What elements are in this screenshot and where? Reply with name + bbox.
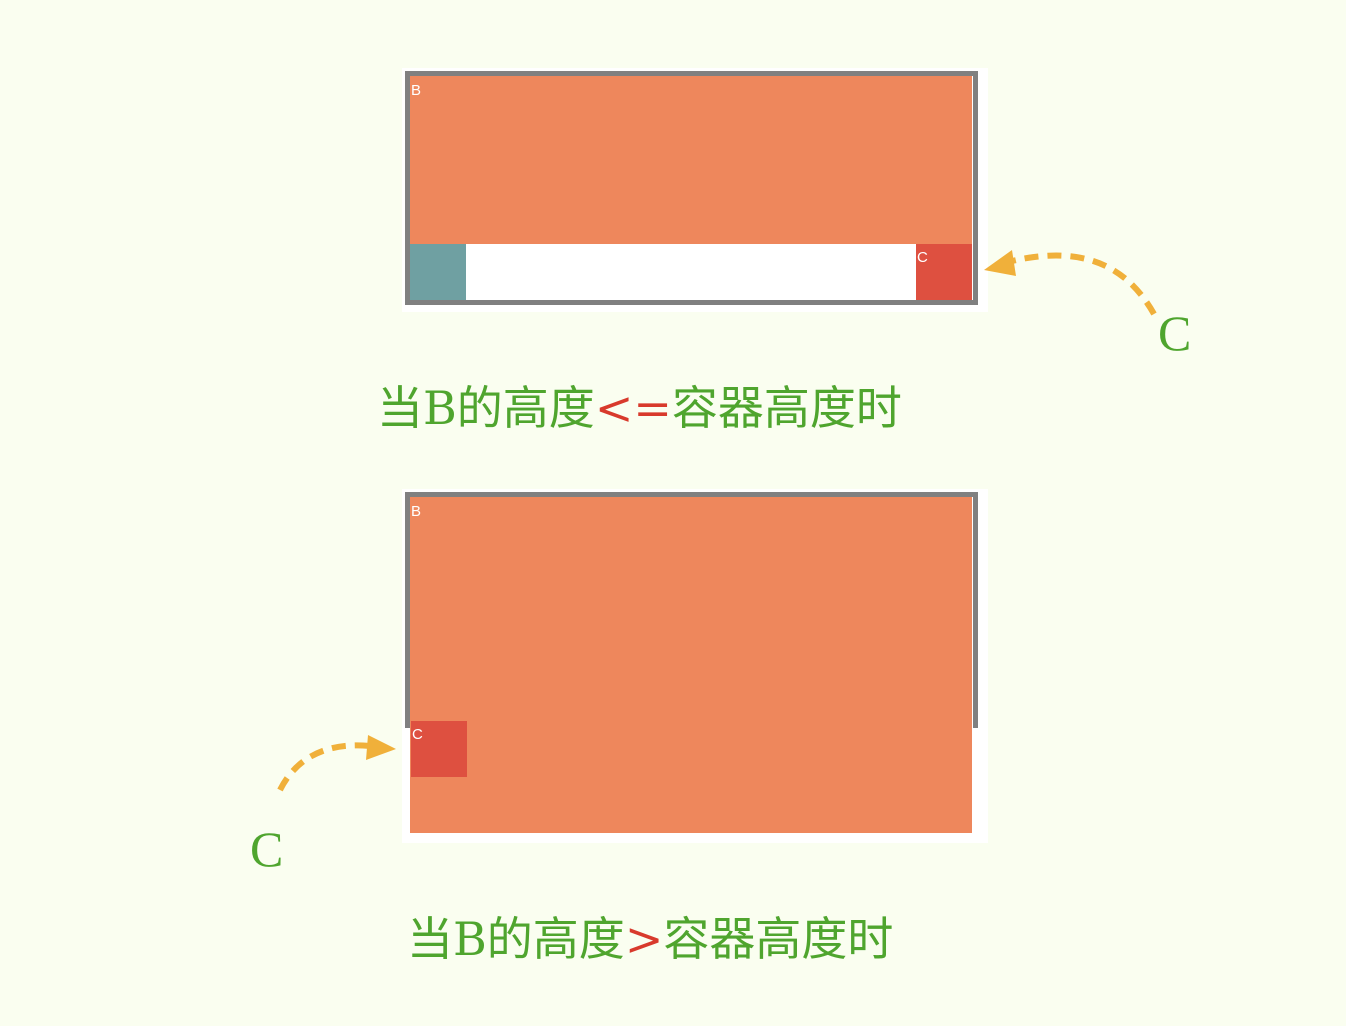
top-caption-operator: <=: [594, 381, 672, 435]
top-callout-label: C: [1158, 305, 1192, 361]
top-block-b: B: [410, 76, 972, 244]
bottom-caption-operator: >: [624, 912, 664, 966]
top-block-c: C: [916, 244, 972, 300]
bottom-block-b: B: [410, 497, 972, 833]
bottom-block-c-label: C: [412, 726, 423, 743]
bottom-caption: 当B的高度>容器高度时: [407, 916, 893, 962]
top-caption-prefix: 当B的高度: [377, 381, 595, 435]
top-block-c-label: C: [917, 249, 928, 266]
top-teal-block: [410, 244, 466, 300]
bottom-caption-suffix: 容器高度时: [663, 912, 894, 966]
top-block-b-label: B: [411, 82, 422, 99]
bottom-block-c: C: [411, 721, 467, 777]
top-caption: 当B的高度<=容器高度时: [377, 385, 902, 431]
bottom-caption-prefix: 当B的高度: [407, 912, 625, 966]
top-caption-suffix: 容器高度时: [671, 381, 902, 435]
bottom-block-b-label: B: [411, 503, 422, 520]
bottom-callout-label: C: [250, 821, 284, 877]
